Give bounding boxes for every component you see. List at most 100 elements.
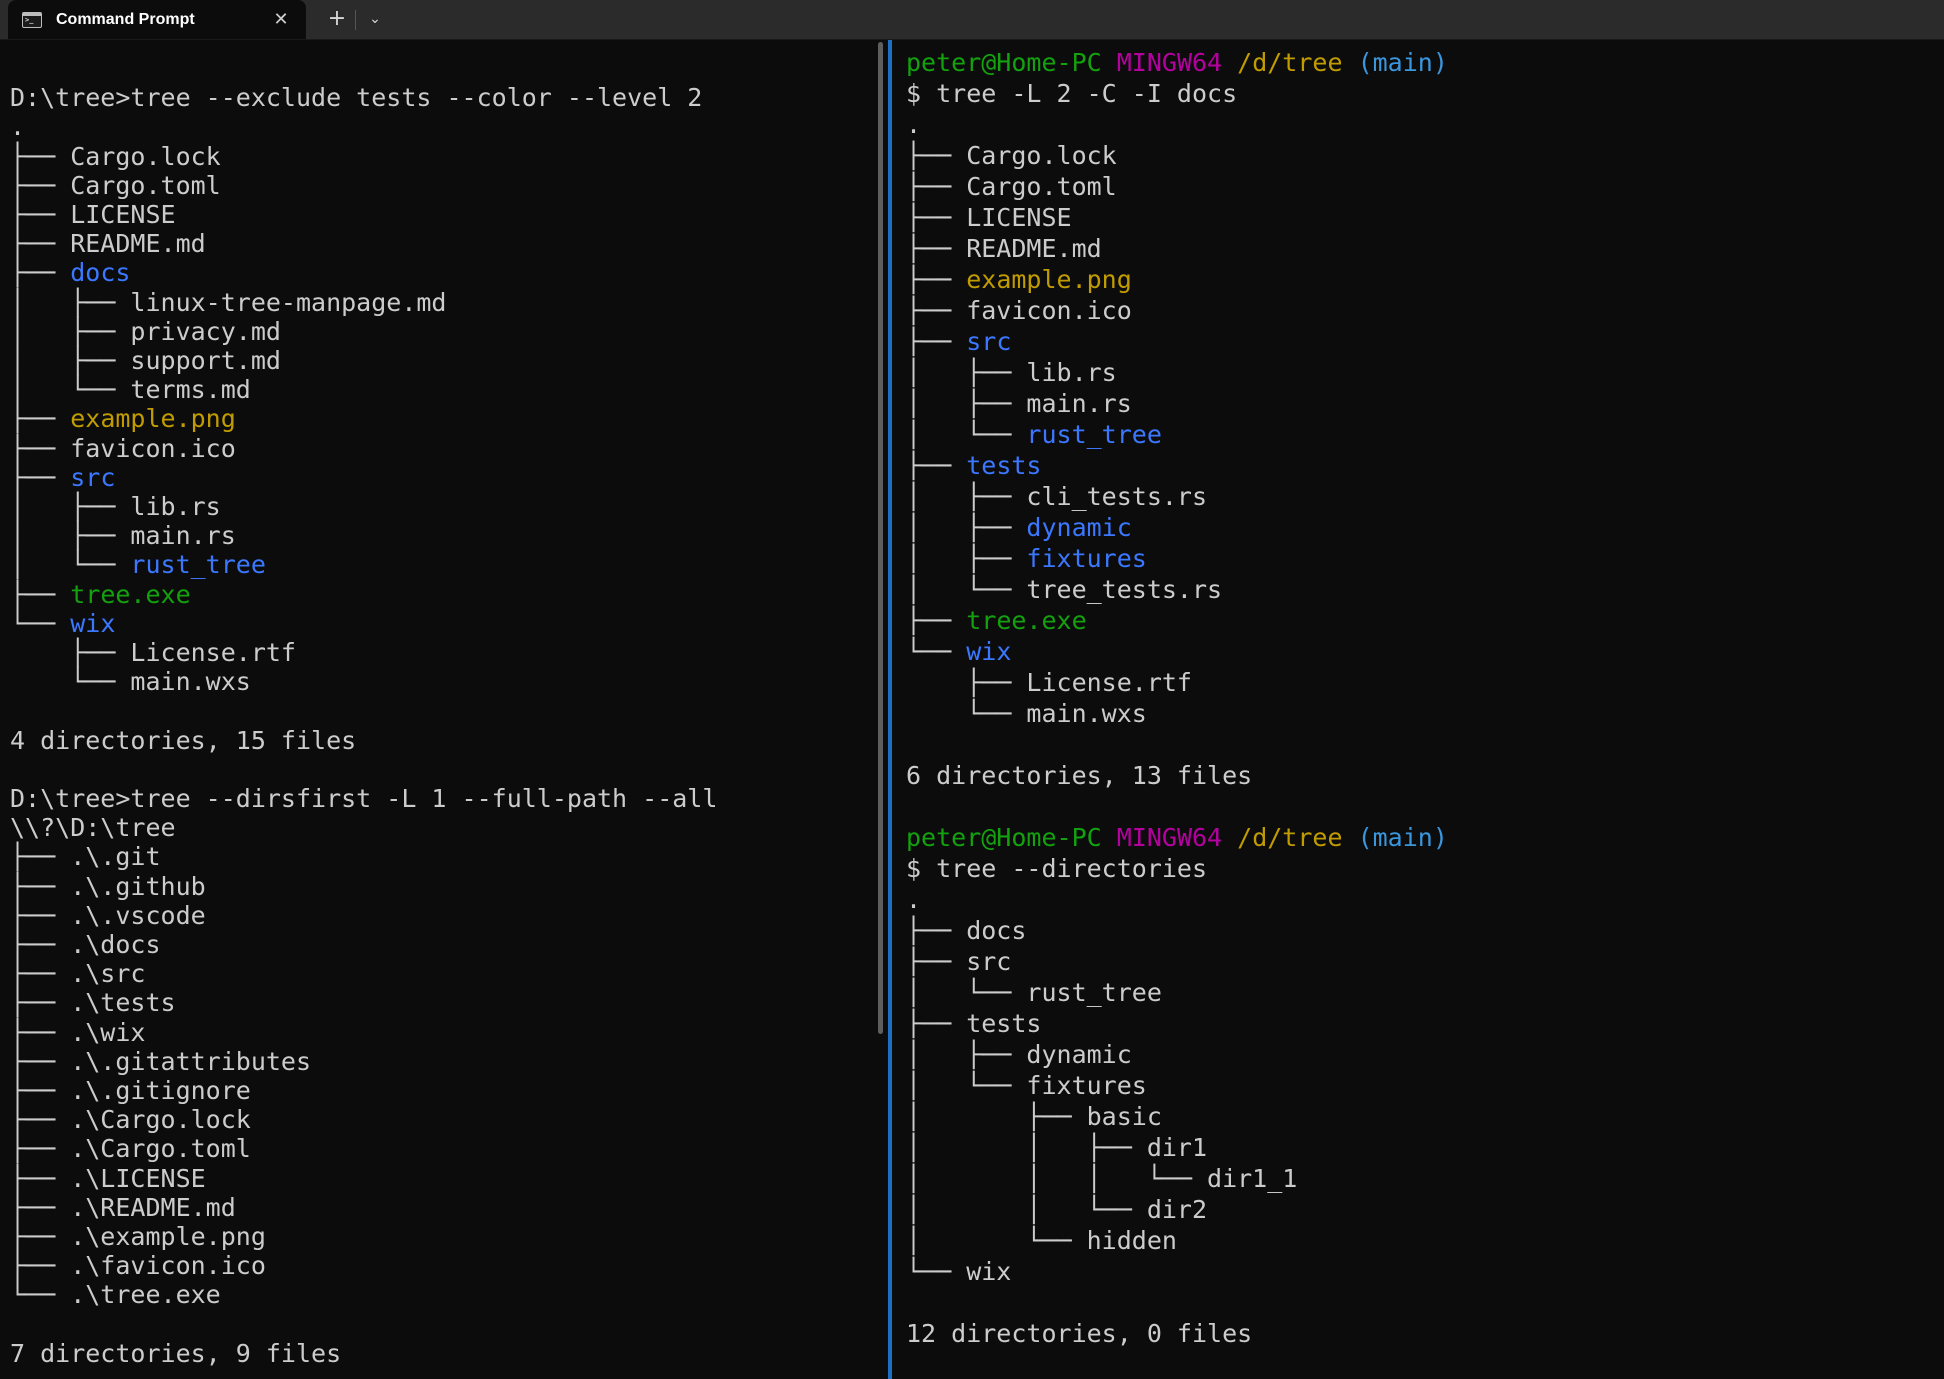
terminal-line: ├── docs (906, 916, 1026, 945)
line-text: │ └── rust_tree (906, 978, 1162, 1007)
line-text: │ │ ├── dir1 (906, 1133, 1208, 1162)
line-text: $ tree -L 2 -C -I docs (906, 79, 1238, 108)
tree-entry: example.png (70, 404, 236, 434)
line-text: ├── .\LICENSE (10, 1163, 206, 1193)
tree-branch: ├── (10, 404, 71, 434)
line-text: ├── License.rtf (10, 638, 296, 667)
terminal-line: 7 directories, 9 files (10, 1339, 341, 1368)
line-text: ├── README.md (906, 234, 1102, 263)
line-text: └── .\tree.exe (10, 1280, 221, 1310)
terminal-line: └── main.wxs (10, 667, 251, 696)
line-text: │ ├── lib.rs (906, 358, 1117, 387)
terminal-line: ├── .\favicon.ico (10, 1251, 266, 1280)
line-text: │ ├── lib.rs (10, 492, 221, 521)
terminal-line: ├── favicon.ico (10, 434, 236, 463)
tree-branch: │ └── (10, 550, 131, 580)
tree-entry: example.png (966, 265, 1132, 294)
line-text: ├── .\.gitignore (10, 1076, 251, 1105)
tree-entry: rust_tree (130, 550, 266, 580)
tree-entry: tests (966, 451, 1042, 480)
line-text: ├── tests (906, 1009, 1042, 1038)
prompt-user: peter@Home-PC (906, 48, 1102, 77)
terminal-line: │ └── tree_tests.rs (906, 575, 1222, 604)
new-tab-button[interactable]: + (322, 4, 352, 34)
prompt-branch: (main) (1357, 823, 1448, 852)
terminal-line: \\?\D:\tree (10, 813, 176, 842)
terminal-line: ├── Cargo.lock (10, 142, 221, 171)
line-text: ├── Cargo.toml (10, 170, 221, 200)
line-text: │ ├── main.rs (906, 389, 1132, 418)
terminal-line: ├── .\Cargo.toml (10, 1134, 251, 1163)
tree-branch: │ └── (906, 420, 1027, 449)
terminal-line: ├── .\src (10, 959, 145, 988)
terminal-line: ├── README.md (906, 234, 1102, 263)
prompt-branch: (main) (1357, 48, 1448, 77)
line-text: . (10, 112, 26, 142)
terminal-line: │ └── fixtures (906, 1071, 1147, 1100)
line-text: └── wix (906, 1257, 1012, 1286)
line-text: ├── LICENSE (10, 200, 176, 229)
tree-branch: ├── (10, 258, 71, 288)
line-text: ├── .\favicon.ico (10, 1251, 266, 1281)
line-text: │ ├── dynamic (906, 1040, 1132, 1069)
line-text: ├── .\.gitattributes (10, 1046, 312, 1076)
terminal-line: . (906, 885, 921, 914)
line-text: │ │ └── dir2 (906, 1195, 1208, 1224)
terminal-line: └── wix (10, 609, 115, 638)
terminal-line: ├── src (906, 947, 1011, 976)
tree-branch: ├── (10, 579, 71, 609)
close-tab-icon[interactable]: ✕ (266, 9, 296, 30)
terminal-line: │ ├── main.rs (10, 521, 236, 550)
tree-branch: │ ├── (906, 513, 1027, 542)
line-text: │ ├── privacy.md (10, 316, 281, 346)
terminal-line: └── wix (906, 637, 1011, 666)
tab-title: Command Prompt (56, 10, 195, 28)
terminal-line: ├── .\README.md (10, 1193, 236, 1222)
chevron-down-icon[interactable]: ⌄ (362, 4, 388, 34)
terminal-line: . (906, 110, 921, 139)
terminal-line: └── .\tree.exe (10, 1280, 221, 1309)
tree-branch: │ ├── (906, 544, 1027, 573)
pane-divider[interactable] (888, 40, 892, 1379)
line-text: ├── .\wix (10, 1017, 146, 1047)
left-pane-scrollbar[interactable] (878, 42, 883, 1034)
line-text: │ └── terms.md (10, 375, 251, 405)
line-text: ├── .\.github (10, 871, 206, 901)
terminal-line: . (10, 112, 25, 141)
terminal-line: ├── README.md (10, 229, 206, 258)
line-text: ├── Cargo.lock (906, 141, 1117, 170)
terminal-line: │ ├── support.md (10, 346, 281, 375)
line-text: ├── Cargo.lock (10, 141, 221, 171)
tree-entry: dynamic (1026, 513, 1132, 542)
terminal-line: │ ├── lib.rs (906, 358, 1117, 387)
line-text: ├── LICENSE (906, 203, 1072, 232)
terminal-line: ├── docs (10, 258, 130, 287)
terminal-line: │ ├── main.rs (906, 389, 1132, 418)
line-text: ├── Cargo.toml (906, 172, 1117, 201)
terminal-icon (22, 11, 42, 28)
line-text: 6 directories, 13 files (906, 761, 1253, 790)
line-text: ├── src (906, 947, 1012, 976)
terminal-line: │ │ ├── dir1 (906, 1133, 1207, 1162)
tree-entry: tree.exe (966, 606, 1087, 635)
line-text: $ tree --directories (906, 854, 1208, 883)
left-terminal-pane[interactable]: D:\tree>tree --exclude tests --color --l… (0, 40, 888, 1379)
terminal-line: ├── License.rtf (906, 668, 1192, 697)
terminal-line: ├── favicon.ico (906, 296, 1132, 325)
tree-branch: ├── (906, 451, 967, 480)
terminal-line: D:\tree>tree --dirsfirst -L 1 --full-pat… (10, 784, 717, 813)
tab-command-prompt[interactable]: Command Prompt ✕ (8, 0, 306, 39)
terminal-line: └── main.wxs (906, 699, 1147, 728)
line-text: ├── License.rtf (906, 668, 1192, 697)
right-terminal-pane[interactable]: peter@Home-PC MINGW64 /d/tree (main) $ tr… (895, 40, 1944, 1379)
line-text: │ ├── main.rs (10, 521, 236, 551)
line-text: ├── .\example.png (10, 1222, 266, 1251)
terminal-line: │ ├── fixtures (906, 544, 1147, 573)
tree-entry: docs (70, 258, 131, 288)
tree-branch: └── (906, 637, 967, 666)
line-text: \\?\D:\tree (10, 813, 176, 843)
terminal-line: │ └── terms.md (10, 375, 251, 404)
terminal-line: │ ├── linux-tree-manpage.md (10, 288, 447, 317)
tree-entry: src (966, 327, 1012, 356)
tree-entry: src (70, 462, 116, 492)
